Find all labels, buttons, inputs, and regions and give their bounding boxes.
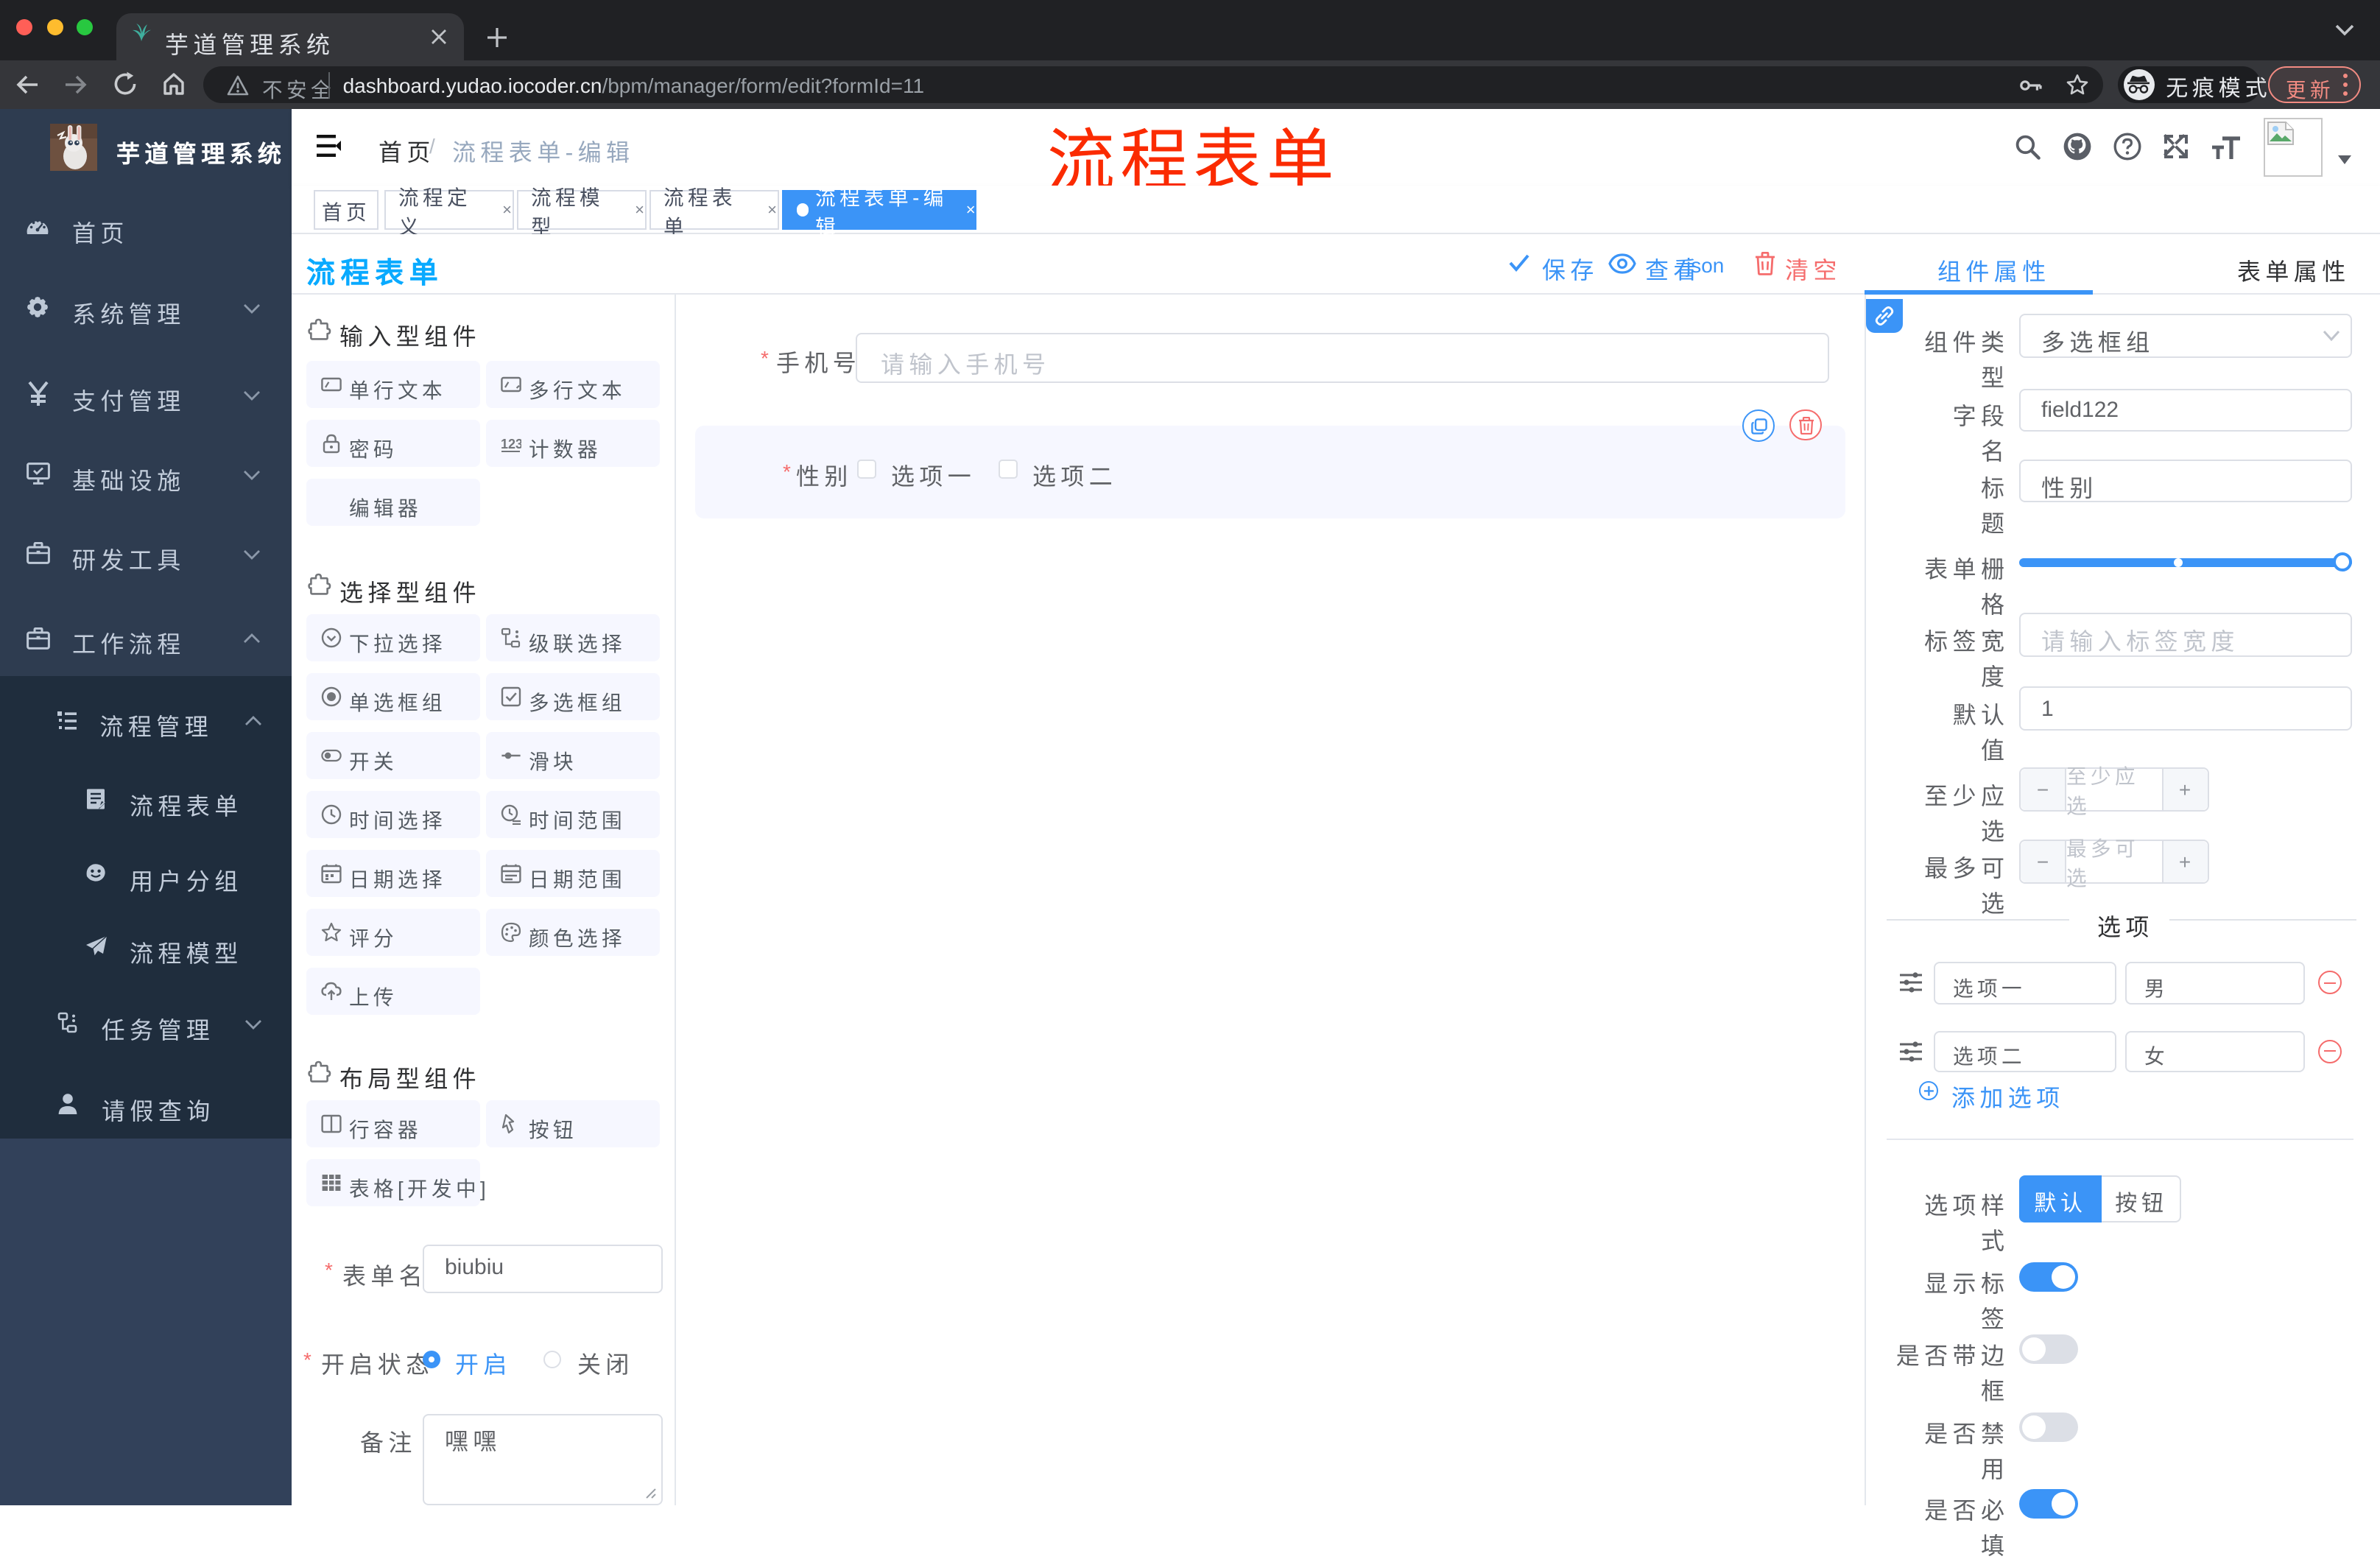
svg-text:123: 123 <box>501 437 521 451</box>
